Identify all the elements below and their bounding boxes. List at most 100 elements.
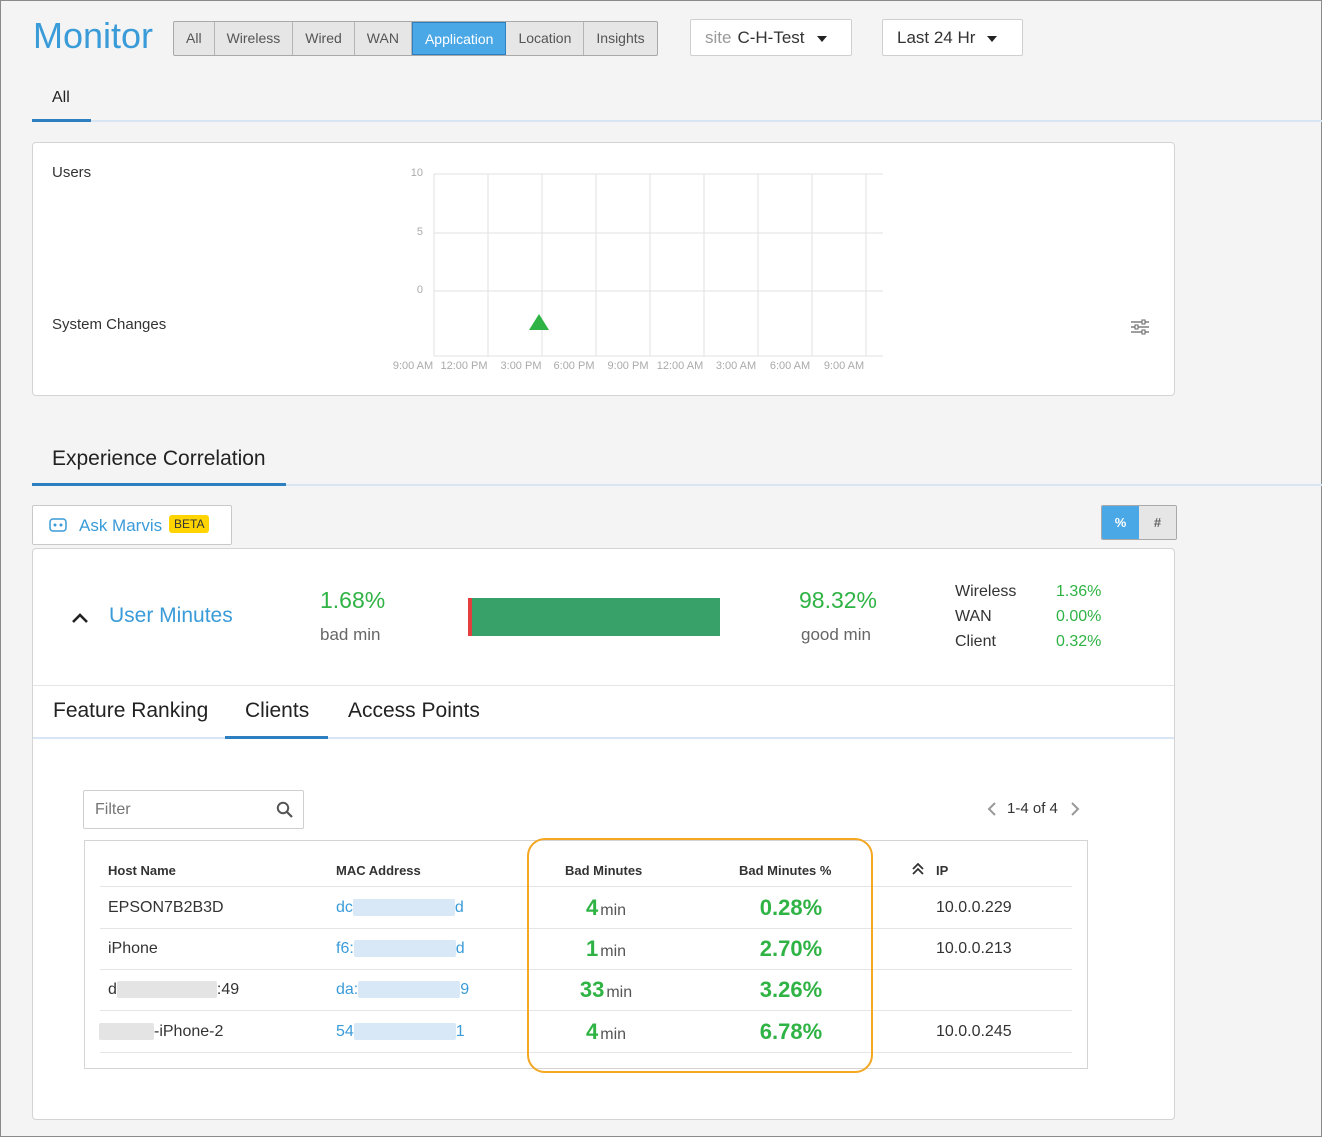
- ip-cell: 10.0.0.213: [936, 939, 1012, 957]
- mac-suffix: d: [454, 898, 464, 916]
- chevron-down-icon: [816, 35, 827, 42]
- host-name-cell: iPhone: [108, 928, 158, 969]
- breakdown-client-label: Client: [955, 633, 996, 650]
- tab-wan[interactable]: WAN: [355, 22, 412, 55]
- ask-marvis-button[interactable]: Ask Marvis BETA: [32, 505, 232, 545]
- bad-percent: 1.68%: [320, 587, 386, 613]
- good-minutes-segment: [472, 598, 720, 636]
- tab-application[interactable]: Application: [411, 22, 507, 55]
- x-tick-label: 9:00 AM: [392, 360, 434, 372]
- x-tick-label: 9:00 AM: [823, 360, 865, 372]
- redacted-region: [116, 981, 217, 998]
- mac-suffix: 1: [455, 1022, 465, 1040]
- subtab-all[interactable]: All: [52, 89, 70, 107]
- chevron-left-icon[interactable]: [986, 801, 998, 817]
- filter-box: [83, 790, 304, 829]
- search-icon[interactable]: [276, 801, 294, 819]
- sliders-icon[interactable]: [1130, 319, 1150, 335]
- subtab-divider: [32, 120, 1322, 122]
- x-tick-label: 6:00 PM: [553, 360, 595, 372]
- filter-input[interactable]: [85, 792, 265, 827]
- redacted-region: [358, 981, 461, 998]
- subtab-active-indicator: [32, 119, 91, 122]
- tab-location[interactable]: Location: [506, 22, 585, 55]
- marvis-icon: [49, 518, 67, 532]
- chart-markers: [529, 314, 549, 330]
- mac-address-cell[interactable]: f6: d: [336, 928, 465, 969]
- mac-address-cell[interactable]: dc d: [336, 887, 464, 928]
- site-value: C-H-Test: [737, 28, 805, 47]
- breakdown-wireless-label: Wireless: [955, 583, 1017, 600]
- pagination-text: 1-4 of 4: [1007, 800, 1058, 817]
- breakdown-client-value: 0.32%: [1056, 633, 1102, 650]
- host-name-suffix: -iPhone-2: [154, 1022, 224, 1040]
- host-name-cell: d :49: [108, 969, 239, 1010]
- time-range-value: Last 24 Hr: [897, 28, 976, 47]
- x-tick-label: 3:00 PM: [500, 360, 542, 372]
- system-change-marker[interactable]: [529, 314, 549, 330]
- x-tick-label: 6:00 AM: [769, 360, 811, 372]
- metric-name[interactable]: User Minutes: [109, 604, 233, 628]
- unit-toggle: % #: [1101, 505, 1177, 540]
- bad-minutes-highlight: [527, 838, 873, 1073]
- y-tick-0: 0: [416, 284, 423, 296]
- detail-tab-active-indicator: [225, 736, 328, 739]
- mac-suffix: d: [455, 939, 465, 957]
- mac-prefix: da:: [336, 980, 359, 998]
- chevron-right-icon[interactable]: [1069, 801, 1081, 817]
- redacted-region: [352, 899, 455, 916]
- y-tick-5: 5: [416, 226, 423, 238]
- mac-prefix: f6:: [336, 939, 354, 957]
- count-toggle[interactable]: #: [1139, 506, 1176, 539]
- good-percent: 98.32%: [799, 587, 878, 613]
- ip-cell: 10.0.0.245: [936, 1022, 1012, 1040]
- detail-tabs-divider: [33, 737, 1174, 739]
- users-label: Users: [52, 164, 92, 181]
- page-title: Monitor: [33, 15, 154, 56]
- mac-address-cell[interactable]: 54 1: [336, 1011, 465, 1052]
- host-name-text: EPSON7B2B3D: [108, 898, 224, 916]
- mac-address-cell[interactable]: da: 9: [336, 969, 469, 1010]
- percent-toggle[interactable]: %: [1102, 506, 1139, 539]
- tab-access-points[interactable]: Access Points: [348, 699, 480, 723]
- host-name-cell: EPSON7B2B3D: [108, 887, 224, 928]
- sort-icon[interactable]: [912, 863, 924, 875]
- header-ip[interactable]: IP: [936, 863, 948, 878]
- mac-suffix: 9: [460, 980, 470, 998]
- system-changes-label: System Changes: [52, 316, 167, 333]
- x-tick-label: 9:00 PM: [607, 360, 649, 372]
- header-host-name[interactable]: Host Name: [108, 863, 176, 878]
- user-minutes-bar: [468, 598, 720, 636]
- host-name-suffix: :49: [216, 980, 240, 998]
- chart-grid: [433, 173, 883, 357]
- good-label: good min: [801, 625, 871, 644]
- header-mac-address[interactable]: MAC Address: [336, 863, 421, 878]
- breakdown-wireless-value: 1.36%: [1056, 583, 1102, 600]
- x-axis-ticks: 9:00 AM 12:00 PM 3:00 PM 6:00 PM 9:00 PM 12:0…: [1, 360, 1322, 374]
- beta-badge: BETA: [169, 515, 210, 533]
- y-tick-10: 10: [410, 167, 423, 179]
- site-dropdown[interactable]: site C-H-Test: [690, 19, 852, 56]
- mac-prefix: 54: [336, 1022, 354, 1040]
- chevron-up-icon[interactable]: [71, 611, 89, 625]
- ip-cell: 10.0.0.229: [936, 898, 1012, 916]
- summary-divider: [33, 685, 1174, 686]
- redacted-region: [353, 940, 456, 957]
- section-title: Experience Correlation: [52, 447, 266, 470]
- tab-wired[interactable]: Wired: [293, 22, 355, 55]
- tab-all[interactable]: All: [174, 22, 215, 55]
- tab-clients[interactable]: Clients: [245, 699, 309, 723]
- time-range-dropdown[interactable]: Last 24 Hr: [882, 19, 1023, 56]
- ask-marvis-label: Ask Marvis: [79, 516, 163, 535]
- x-tick-label: 3:00 AM: [715, 360, 757, 372]
- site-label: site: [705, 28, 732, 47]
- tab-feature-ranking[interactable]: Feature Ranking: [53, 699, 208, 723]
- section-active-indicator: [32, 483, 286, 486]
- redacted-region: [99, 1023, 154, 1040]
- x-tick-label: 12:00 AM: [656, 360, 704, 372]
- tab-insights[interactable]: Insights: [584, 22, 656, 55]
- breakdown-wan-value: 0.00%: [1056, 608, 1102, 625]
- tab-wireless[interactable]: Wireless: [215, 22, 294, 55]
- host-name-text: d: [108, 980, 117, 998]
- monitor-tab-group: All Wireless Wired WAN Application Locat…: [173, 21, 658, 56]
